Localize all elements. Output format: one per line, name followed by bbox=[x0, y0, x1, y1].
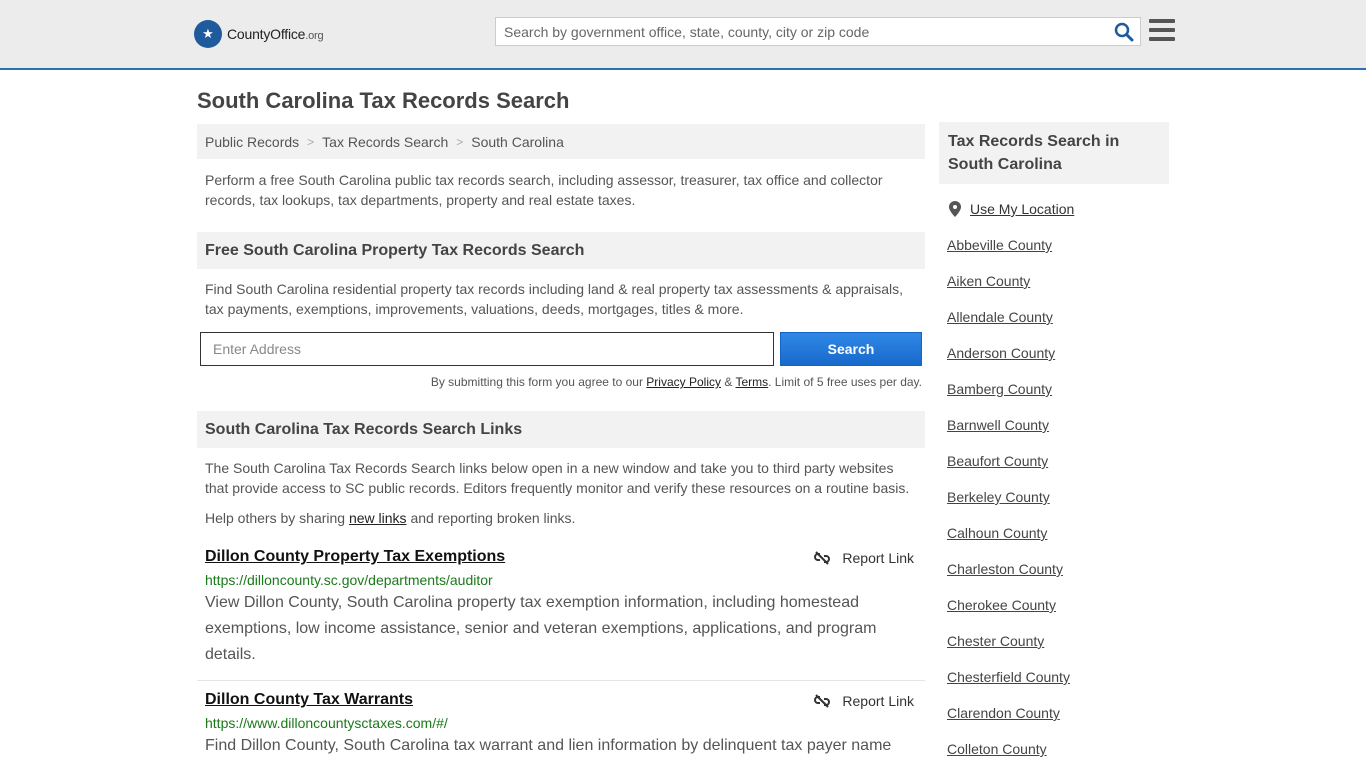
site-logo[interactable]: ★ CountyOffice.org bbox=[194, 20, 324, 48]
search-icon[interactable] bbox=[1114, 22, 1134, 42]
list-item: Dillon County Tax Warrants Report Link h… bbox=[205, 691, 917, 759]
property-search-description: Find South Carolina residential property… bbox=[205, 281, 904, 317]
property-search-heading: Free South Carolina Property Tax Records… bbox=[197, 232, 925, 269]
resource-title-link[interactable]: Dillon County Property Tax Exemptions bbox=[205, 548, 505, 565]
sidebar-county-link[interactable]: Bamberg County bbox=[947, 381, 1070, 417]
sidebar-county-link[interactable]: Calhoun County bbox=[947, 525, 1070, 561]
address-input[interactable] bbox=[200, 332, 774, 366]
map-pin-icon bbox=[949, 201, 961, 217]
report-link-button[interactable]: Report Link bbox=[814, 693, 914, 709]
sidebar-county-link[interactable]: Beaufort County bbox=[947, 453, 1070, 489]
site-search-box bbox=[495, 17, 1141, 46]
hamburger-menu-icon[interactable] bbox=[1149, 19, 1175, 41]
intro-text: Perform a free South Carolina public tax… bbox=[205, 172, 883, 208]
sidebar-county-link[interactable]: Anderson County bbox=[947, 345, 1070, 381]
use-my-location-link[interactable]: Use My Location bbox=[949, 201, 1074, 217]
breadcrumb-tax-records-search[interactable]: Tax Records Search bbox=[322, 134, 448, 150]
report-link-button[interactable]: Report Link bbox=[814, 550, 914, 566]
site-search-input[interactable] bbox=[496, 18, 1096, 45]
resource-title-link[interactable]: Dillon County Tax Warrants bbox=[205, 691, 413, 708]
terms-link[interactable]: Terms bbox=[735, 375, 768, 389]
page-title: South Carolina Tax Records Search bbox=[197, 88, 570, 113]
sidebar-county-link[interactable]: Clarendon County bbox=[947, 705, 1070, 741]
eagle-logo-icon: ★ bbox=[194, 20, 222, 48]
logo-main-text: CountyOffice bbox=[227, 26, 306, 42]
links-section-heading: South Carolina Tax Records Search Links bbox=[197, 411, 925, 448]
sidebar-county-link[interactable]: Abbeville County bbox=[947, 237, 1070, 273]
breadcrumb-south-carolina: South Carolina bbox=[471, 133, 564, 150]
address-search-button[interactable]: Search bbox=[780, 332, 922, 366]
broken-link-icon bbox=[814, 551, 831, 565]
top-navigation-bar: ★ CountyOffice.org bbox=[0, 0, 1366, 70]
terms-notice: By submitting this form you agree to our… bbox=[430, 375, 922, 389]
sidebar-county-link[interactable]: Charleston County bbox=[947, 561, 1070, 597]
sidebar-county-link[interactable]: Allendale County bbox=[947, 309, 1070, 345]
sidebar-county-link[interactable]: Aiken County bbox=[947, 273, 1070, 309]
breadcrumb-separator-icon: > bbox=[456, 134, 464, 149]
sidebar-heading: Tax Records Search in South Carolina bbox=[939, 122, 1169, 184]
broken-link-icon bbox=[814, 694, 831, 708]
breadcrumb-separator-icon: > bbox=[307, 134, 315, 149]
sidebar-county-link[interactable]: Barnwell County bbox=[947, 417, 1070, 453]
county-list: Abbeville County Aiken County Allendale Co… bbox=[947, 237, 1070, 768]
divider bbox=[197, 680, 925, 681]
breadcrumb-public-records[interactable]: Public Records bbox=[205, 134, 299, 150]
links-section-description: The South Carolina Tax Records Search li… bbox=[205, 460, 910, 496]
resource-url: https://www.dilloncountysctaxes.com/#/ bbox=[205, 715, 448, 731]
sidebar-county-link[interactable]: Cherokee County bbox=[947, 597, 1070, 633]
privacy-policy-link[interactable]: Privacy Policy bbox=[646, 375, 721, 389]
help-sharing-text: Help others by sharing new links and rep… bbox=[205, 510, 576, 526]
resource-description: Find Dillon County, South Carolina tax w… bbox=[205, 737, 892, 754]
sidebar-county-link[interactable]: Chesterfield County bbox=[947, 669, 1070, 705]
resource-description: View Dillon County, South Carolina prope… bbox=[205, 594, 877, 663]
breadcrumb: Public Records > Tax Records Search > So… bbox=[197, 124, 925, 159]
list-item: Dillon County Property Tax Exemptions Re… bbox=[205, 548, 917, 668]
logo-tld-text: .org bbox=[305, 30, 324, 42]
sidebar-county-link[interactable]: Colleton County bbox=[947, 741, 1070, 768]
sidebar-county-link[interactable]: Berkeley County bbox=[947, 489, 1070, 525]
sidebar-county-link[interactable]: Chester County bbox=[947, 633, 1070, 669]
new-links-link[interactable]: new links bbox=[349, 510, 407, 526]
resource-url: https://dilloncounty.sc.gov/departments/… bbox=[205, 572, 493, 588]
